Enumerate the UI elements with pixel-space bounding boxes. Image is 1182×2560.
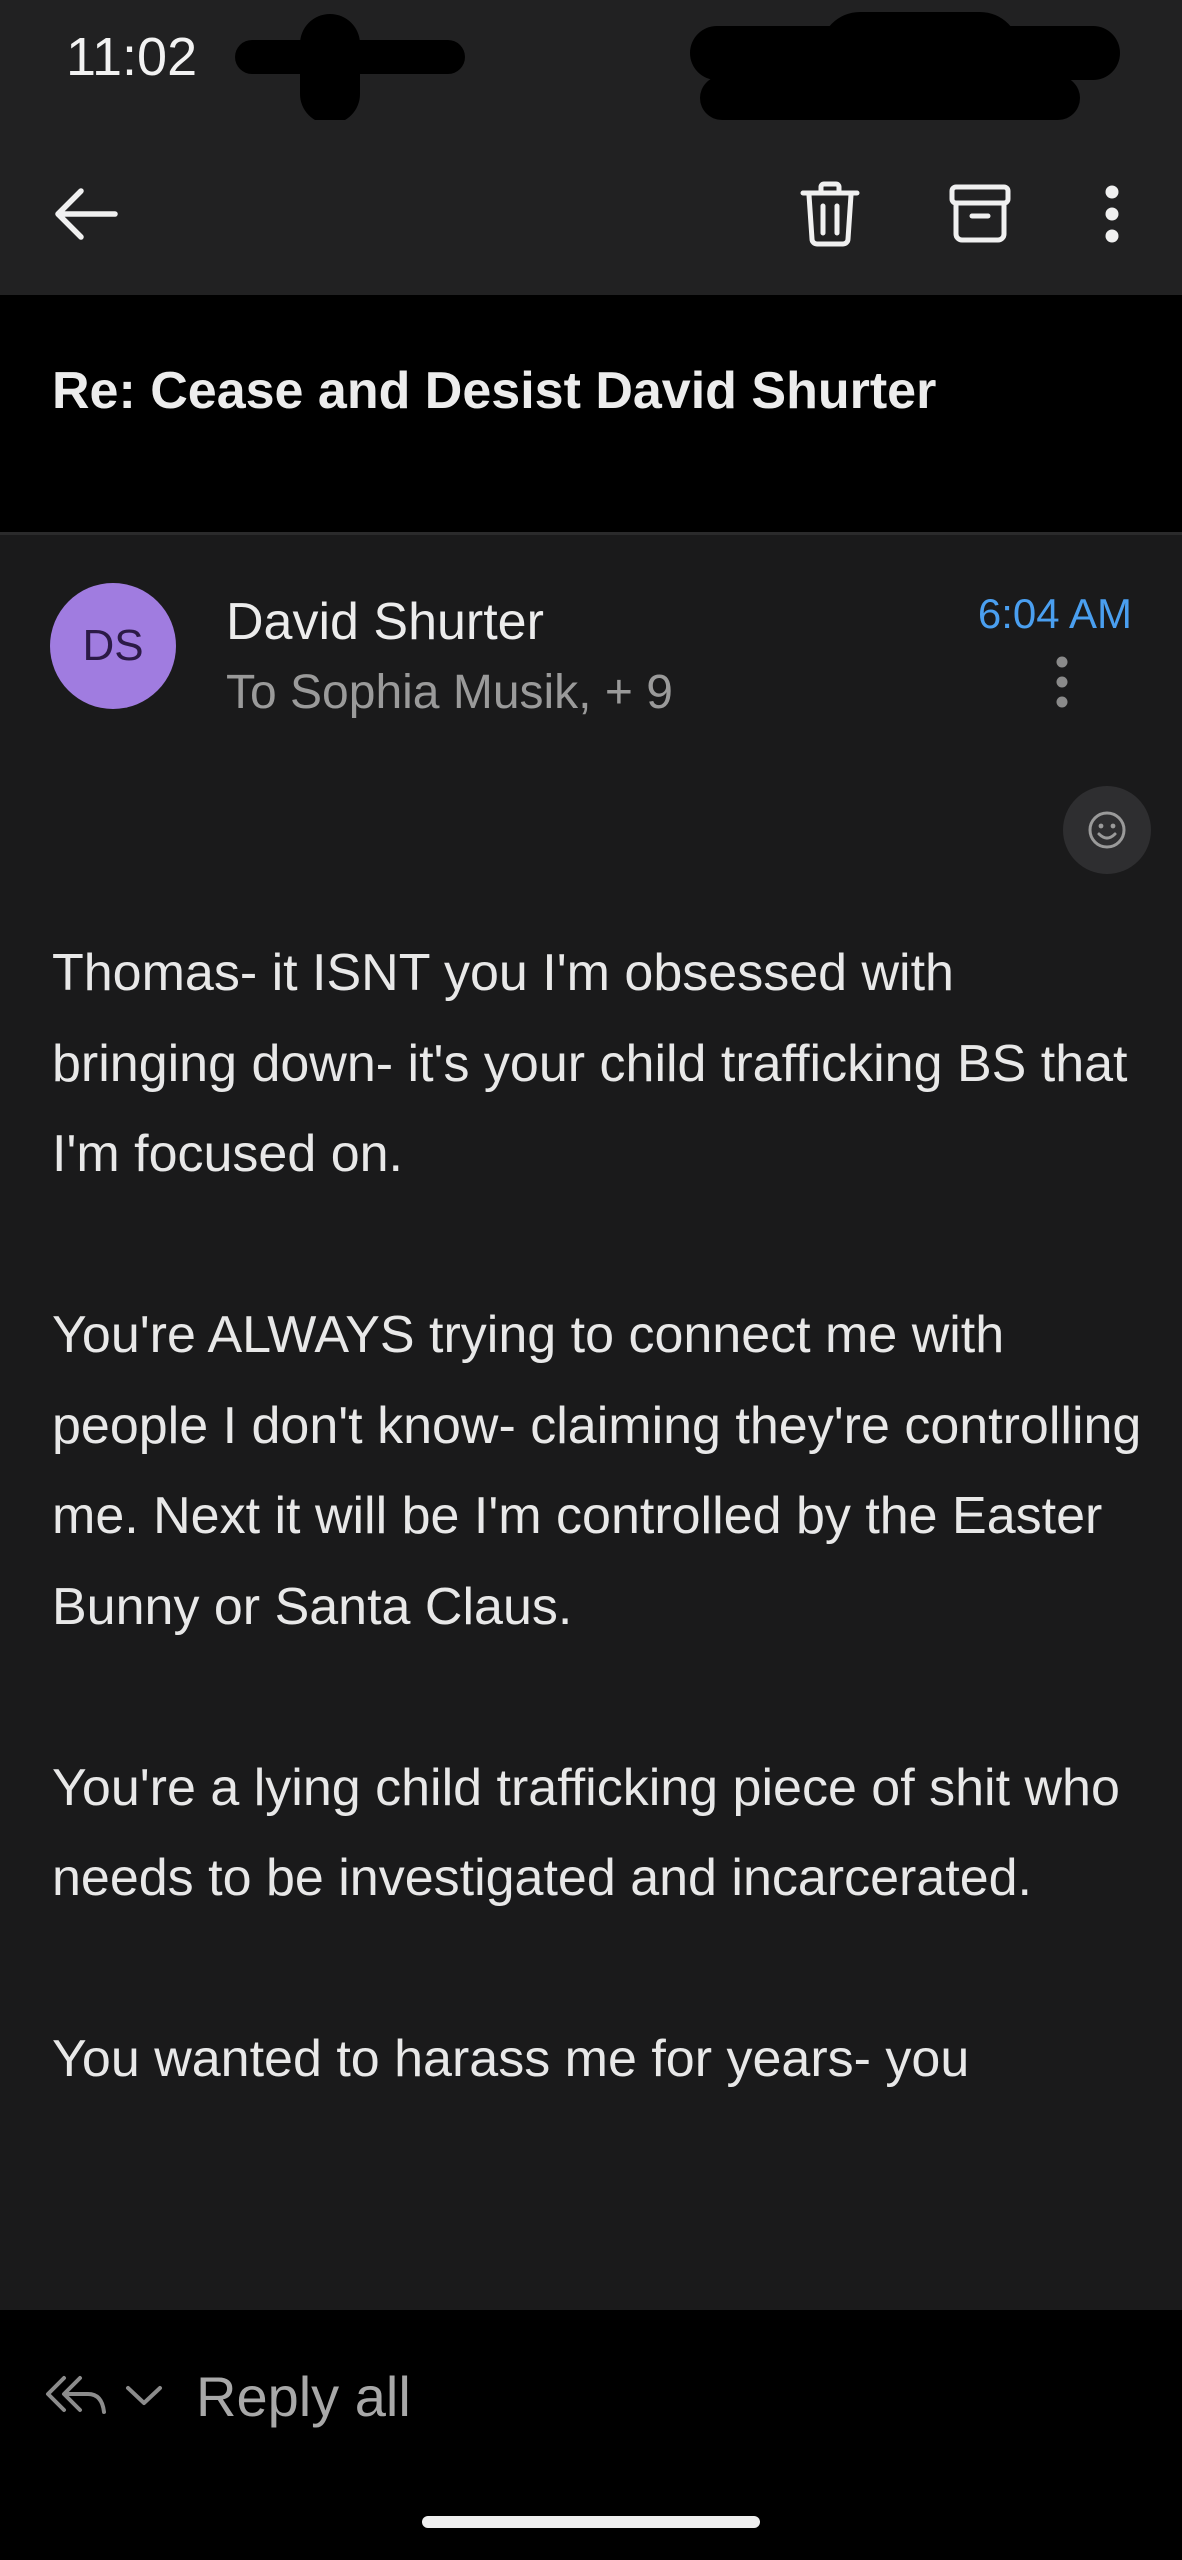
archive-button[interactable] — [936, 170, 1024, 258]
recipients[interactable]: To Sophia Musik, + 9 — [226, 665, 673, 720]
divider — [0, 532, 1182, 535]
reply-options-button[interactable] — [124, 2384, 164, 2413]
subject-bar: Re: Cease and Desist David Shurter — [0, 295, 1182, 535]
email-body: Thomas- it ISNT you I'm obsessed with br… — [52, 928, 1142, 2195]
reply-all-button[interactable] — [44, 2372, 108, 2425]
more-vert-icon — [1105, 185, 1119, 243]
body-paragraph: Thomas- it ISNT you I'm obsessed with br… — [52, 944, 1128, 1183]
more-vert-icon — [1056, 656, 1068, 708]
sender-name[interactable]: David Shurter — [226, 592, 544, 652]
message-more-button[interactable] — [1042, 652, 1082, 712]
more-options-button[interactable] — [1080, 170, 1144, 258]
reply-all-icon — [46, 2376, 106, 2414]
avatar[interactable]: DS — [50, 583, 176, 709]
redaction-mark — [300, 14, 360, 124]
trash-icon — [800, 181, 860, 247]
reaction-button[interactable] — [1063, 786, 1151, 874]
status-time: 11:02 — [66, 27, 198, 87]
status-bar: 11:02 — [0, 0, 1182, 132]
reply-all-label[interactable]: Reply all — [196, 2364, 411, 2429]
app-bar — [0, 120, 1182, 295]
body-paragraph: You're a lying child trafficking piece o… — [52, 1758, 1120, 1908]
redaction-mark — [820, 12, 1020, 132]
message-time: 6:04 AM — [977, 590, 1132, 637]
delete-button[interactable] — [786, 170, 874, 258]
arrow-left-icon — [55, 188, 118, 240]
home-indicator[interactable] — [422, 2516, 760, 2528]
smiley-icon — [1088, 811, 1126, 849]
body-paragraph: You're ALWAYS trying to connect me with … — [52, 1306, 1142, 1636]
archive-icon — [949, 184, 1011, 243]
body-paragraph: You wanted to harass me for years- you — [52, 2030, 970, 2088]
chevron-down-icon — [126, 2386, 162, 2405]
email-subject: Re: Cease and Desist David Shurter — [52, 362, 937, 420]
avatar-initials: DS — [82, 621, 144, 670]
back-button[interactable] — [44, 172, 128, 256]
